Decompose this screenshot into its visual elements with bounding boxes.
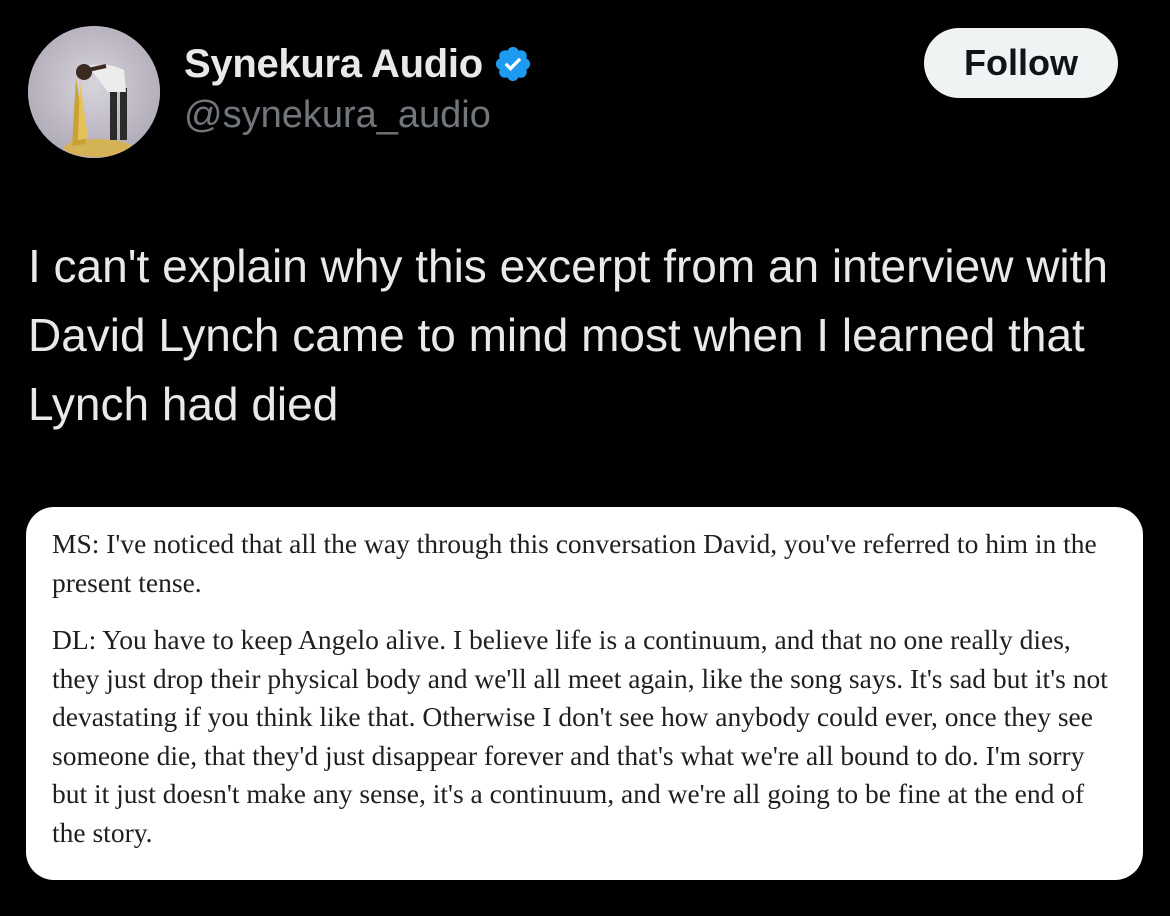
- avatar[interactable]: [28, 26, 160, 158]
- avatar-photo-icon: [28, 26, 160, 158]
- excerpt-paragraph-question: MS: I've noticed that all the way throug…: [52, 528, 1097, 598]
- follow-button[interactable]: Follow: [924, 28, 1118, 98]
- verified-badge-icon[interactable]: [493, 44, 533, 84]
- media-image[interactable]: MS: I've noticed that all the way throug…: [26, 507, 1143, 880]
- display-name[interactable]: Synekura Audio: [184, 42, 483, 87]
- handle[interactable]: @synekura_audio: [184, 94, 533, 137]
- name-row: Synekura Audio: [184, 40, 533, 88]
- tweet-card: Synekura Audio @synekura_audio Follow I …: [0, 0, 1170, 916]
- author-identity: Synekura Audio @synekura_audio: [184, 40, 533, 137]
- excerpt-paragraph-answer: DL: You have to keep Angelo alive. I bel…: [52, 624, 1108, 848]
- tweet-text: I can't explain why this excerpt from an…: [28, 240, 1109, 430]
